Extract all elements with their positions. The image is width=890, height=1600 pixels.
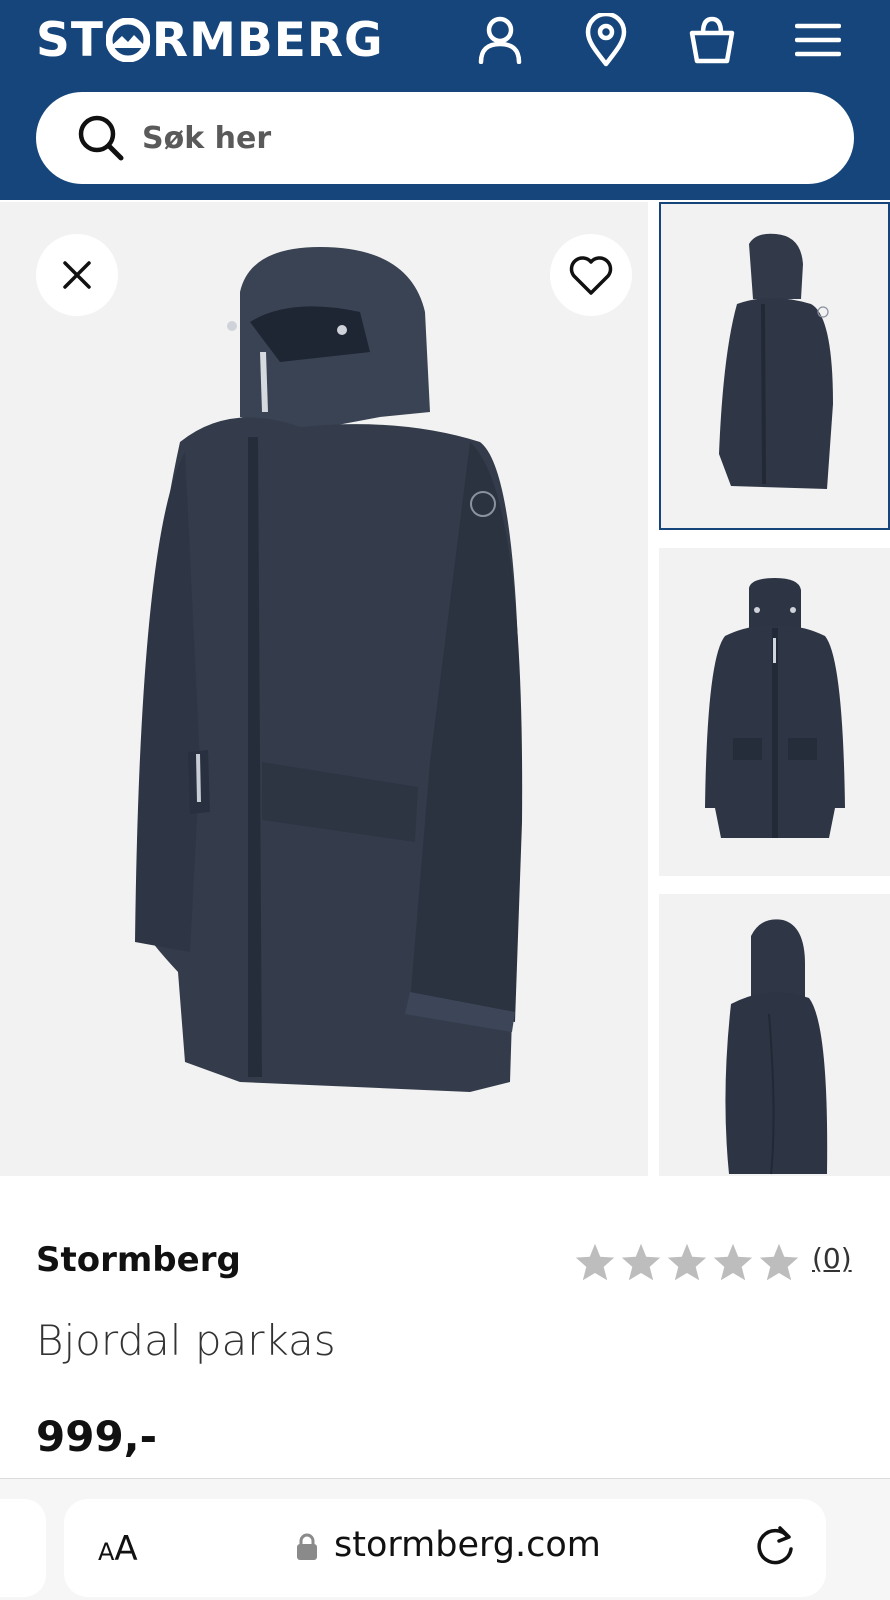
search-input[interactable]	[142, 120, 742, 156]
product-price: 999,-	[36, 1412, 158, 1461]
url-text: stormberg.com	[334, 1525, 601, 1565]
logo-text-end: RMBERG	[151, 12, 384, 68]
search-icon	[74, 111, 128, 165]
star-icon	[759, 1243, 799, 1281]
logo-mountain-icon	[105, 17, 151, 63]
star-icon	[713, 1243, 753, 1281]
reload-icon[interactable]	[752, 1523, 798, 1573]
star-icon	[621, 1243, 661, 1281]
star-icon	[667, 1243, 707, 1281]
close-icon	[63, 261, 91, 289]
address-bar[interactable]: AA stormberg.com	[64, 1499, 826, 1597]
shopping-bag-icon[interactable]	[686, 12, 738, 68]
thumbnail-2[interactable]	[659, 548, 890, 876]
close-button[interactable]	[36, 234, 118, 316]
thumbnail-parka-side	[719, 233, 833, 489]
rating-stars[interactable]	[574, 1242, 800, 1282]
location-pin-icon[interactable]	[580, 12, 632, 68]
browser-toolbar: AA stormberg.com	[0, 1478, 890, 1600]
parka-image	[135, 247, 523, 1092]
heart-icon	[569, 256, 613, 295]
stormberg-logo[interactable]: ST RMBERG	[36, 12, 384, 68]
product-brand[interactable]: Stormberg	[36, 1240, 241, 1280]
thumbnail-parka-front	[705, 578, 845, 838]
main-product-image[interactable]	[0, 202, 648, 1176]
site-header: ST RMBERG	[0, 0, 890, 200]
menu-icon[interactable]	[792, 12, 844, 68]
logo-text-start: ST	[36, 12, 104, 68]
text-size-button[interactable]: AA	[98, 1529, 138, 1569]
user-icon[interactable]	[474, 12, 526, 68]
product-name: Bjordal parkas	[36, 1316, 336, 1365]
favorite-button[interactable]	[550, 234, 632, 316]
thumbnail-1[interactable]	[659, 202, 890, 530]
star-icon	[575, 1243, 615, 1281]
thumbnail-3[interactable]	[659, 894, 890, 1176]
previous-tab-stub[interactable]	[0, 1499, 46, 1597]
review-count-link[interactable]: (0)	[812, 1242, 852, 1275]
thumbnail-parka-back	[725, 919, 828, 1175]
search-bar[interactable]	[36, 92, 854, 184]
lock-icon	[296, 1533, 318, 1565]
